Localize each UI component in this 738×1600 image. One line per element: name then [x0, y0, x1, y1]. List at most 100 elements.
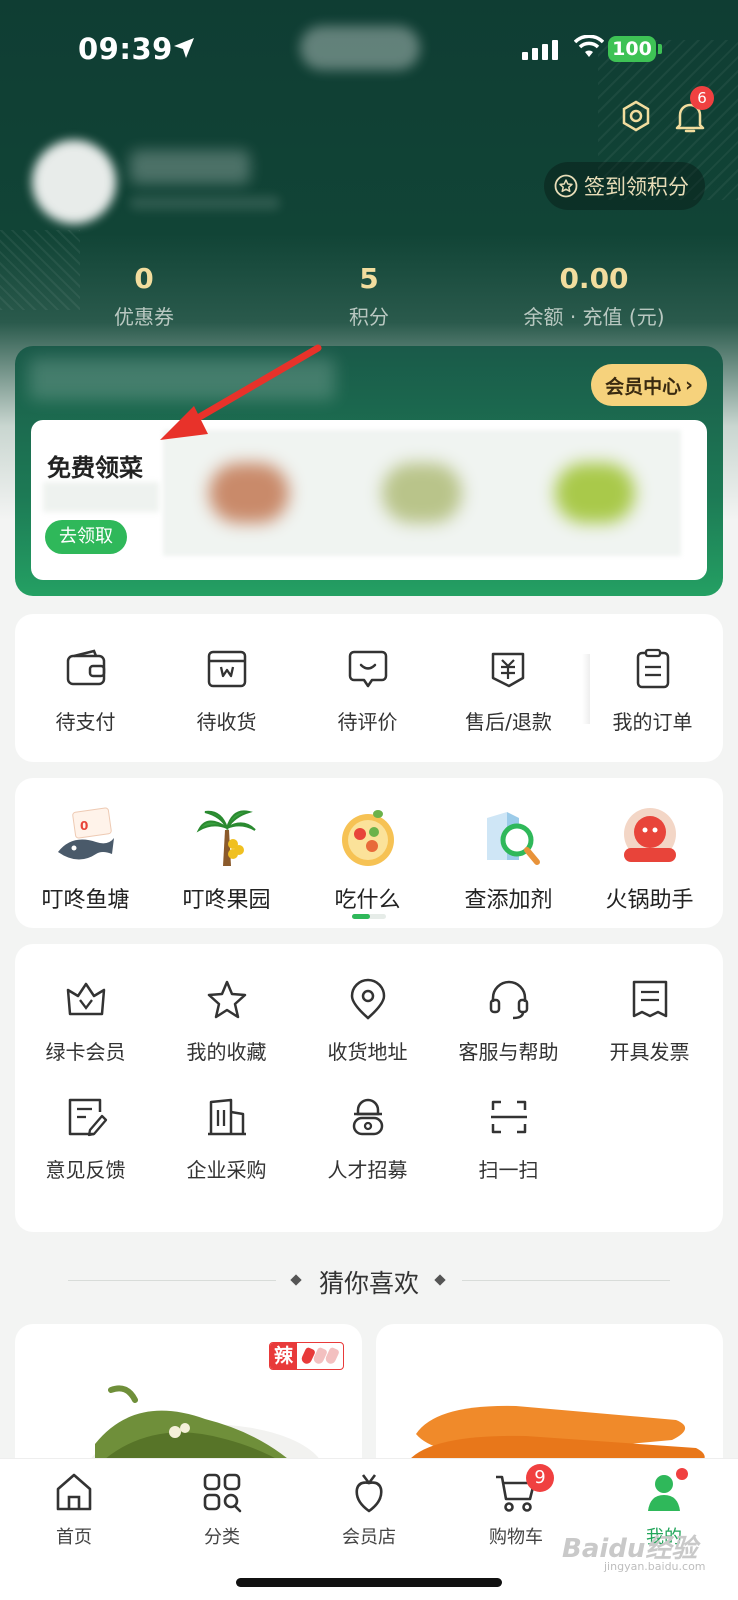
blurred-good-image	[209, 463, 290, 523]
stat-coupons[interactable]: 0 优惠券	[44, 262, 244, 330]
tool-label: 吃什么	[334, 888, 401, 913]
tool-hotpot-assistant[interactable]: 火锅助手	[579, 778, 720, 928]
checkin-button[interactable]: 签到领积分	[544, 162, 705, 210]
order-pending-payment[interactable]: 待支付	[15, 614, 156, 762]
chevron-right-icon: ›	[685, 374, 693, 396]
order-label: 待收货	[196, 710, 257, 734]
service-label: 我的收藏	[186, 1040, 267, 1064]
blurred-free-subtitle	[43, 482, 159, 512]
watermark-url: jingyan.baidu.com	[604, 1560, 706, 1573]
member-center-button[interactable]: 会员中心 ›	[591, 364, 707, 406]
tool-label: 叮咚果园	[182, 888, 271, 913]
signal-icon	[522, 40, 558, 60]
service-enterprise-purchase[interactable]: 企业采购	[156, 1062, 297, 1182]
tool-additive-check[interactable]: 查添加剂	[438, 778, 579, 928]
food-bowl-icon	[341, 810, 394, 866]
service-favorites[interactable]: 我的收藏	[156, 944, 297, 1064]
location-arrow-icon	[174, 38, 194, 58]
blurred-good-image	[554, 463, 635, 523]
headset-icon	[489, 980, 528, 1020]
stat-value: 0	[134, 262, 154, 295]
wallet-icon	[66, 649, 105, 686]
order-all[interactable]: 我的订单	[582, 614, 723, 762]
membership-card[interactable]: 会员中心 › 免费领菜 去领取	[15, 346, 723, 596]
stat-label: 积分	[349, 305, 389, 329]
service-recruitment[interactable]: 人才招募	[297, 1062, 438, 1182]
tool-orchard[interactable]: 叮咚果园	[156, 778, 297, 928]
stat-value: 0.00	[559, 262, 629, 295]
home-icon	[56, 1473, 92, 1511]
divider-line	[462, 1280, 670, 1281]
service-invoice[interactable]: 开具发票	[579, 944, 720, 1064]
service-label: 人才招募	[327, 1158, 408, 1182]
member-center-label: 会员中心	[605, 375, 682, 398]
star-badge-icon	[554, 174, 578, 198]
hotpot-icon	[623, 808, 676, 862]
fish-pond-icon: 0	[57, 807, 114, 860]
battery-indicator: 100	[608, 36, 656, 62]
blurred-username[interactable]	[130, 150, 250, 184]
service-scan[interactable]: 扫一扫	[438, 1062, 579, 1182]
stat-label: 优惠券	[114, 305, 174, 329]
package-icon	[207, 650, 246, 688]
stat-points[interactable]: 5 积分	[269, 262, 469, 330]
order-shortcuts: 待支付 待收货 待评价 售后/退款 我的订单	[15, 614, 723, 762]
feature-tools: 0 叮咚鱼塘 叮咚果园 吃什么 查添加剂 火锅助手	[15, 778, 723, 928]
stat-value: 5	[359, 262, 379, 295]
blurred-carrier	[300, 26, 420, 70]
star-icon	[207, 980, 246, 1019]
tab-label: 分类	[204, 1527, 240, 1548]
service-customer-support[interactable]: 客服与帮助	[438, 944, 579, 1064]
tools-page-indicator	[352, 914, 386, 919]
service-label: 绿卡会员	[45, 1040, 126, 1064]
tool-what-to-eat[interactable]: 吃什么	[297, 778, 438, 928]
category-icon	[203, 1473, 242, 1513]
recruit-icon	[352, 1098, 383, 1136]
service-label: 收货地址	[327, 1040, 408, 1064]
order-list-icon	[636, 648, 669, 689]
order-label: 待评价	[337, 710, 398, 734]
service-label: 企业采购	[186, 1158, 267, 1182]
checkin-label: 签到领积分	[584, 175, 689, 199]
service-feedback[interactable]: 意见反馈	[15, 1062, 156, 1182]
annotation-arrow-icon	[160, 344, 322, 440]
recommend-section-header: 猜你喜欢	[0, 1262, 738, 1298]
scan-icon	[490, 1100, 527, 1134]
order-pending-delivery[interactable]: 待收货	[156, 614, 297, 762]
invoice-icon	[632, 980, 667, 1018]
order-after-sales[interactable]: 售后/退款	[438, 614, 579, 762]
cart-count-badge: 9	[526, 1464, 554, 1492]
services-grid: 绿卡会员 我的收藏 收货地址 客服与帮助 开具发票 意见反馈 企业采购 人才招募…	[15, 944, 723, 1232]
settings-gear-icon[interactable]	[620, 100, 652, 132]
free-vegetable-panel[interactable]: 免费领菜 去领取	[31, 420, 707, 580]
service-label: 意见反馈	[45, 1158, 126, 1182]
order-label: 我的订单	[612, 710, 693, 734]
crown-icon	[66, 982, 105, 1016]
tool-fish-pond[interactable]: 0 叮咚鱼塘	[15, 778, 156, 928]
tab-label: 会员店	[342, 1527, 396, 1548]
comment-icon	[348, 650, 387, 688]
recommend-title: 猜你喜欢	[318, 1269, 419, 1298]
tab-label: 首页	[56, 1527, 92, 1548]
tool-label: 叮咚鱼塘	[41, 888, 130, 913]
free-vegetable-title: 免费领菜	[47, 454, 143, 482]
tools-page-indicator-active	[352, 914, 370, 919]
tool-label: 查添加剂	[464, 888, 553, 913]
additive-check-icon	[486, 812, 540, 865]
building-icon	[207, 1098, 246, 1136]
wifi-icon	[574, 35, 604, 57]
tool-label: 火锅助手	[605, 888, 694, 913]
stat-balance[interactable]: 0.00 余额 · 充值 (元)	[494, 262, 694, 330]
claim-button[interactable]: 去领取	[45, 520, 127, 554]
service-address[interactable]: 收货地址	[297, 944, 438, 1064]
order-pending-review[interactable]: 待评价	[297, 614, 438, 762]
order-label: 待支付	[55, 710, 116, 734]
service-label: 客服与帮助	[458, 1040, 559, 1064]
blurred-good-image	[381, 463, 462, 523]
avatar[interactable]	[32, 140, 116, 224]
status-time: 09:39	[78, 32, 173, 66]
battery-tip	[658, 44, 662, 54]
service-green-card[interactable]: 绿卡会员	[15, 944, 156, 1064]
profile-notification-dot	[676, 1468, 688, 1480]
blurred-user-subtitle	[130, 196, 280, 210]
